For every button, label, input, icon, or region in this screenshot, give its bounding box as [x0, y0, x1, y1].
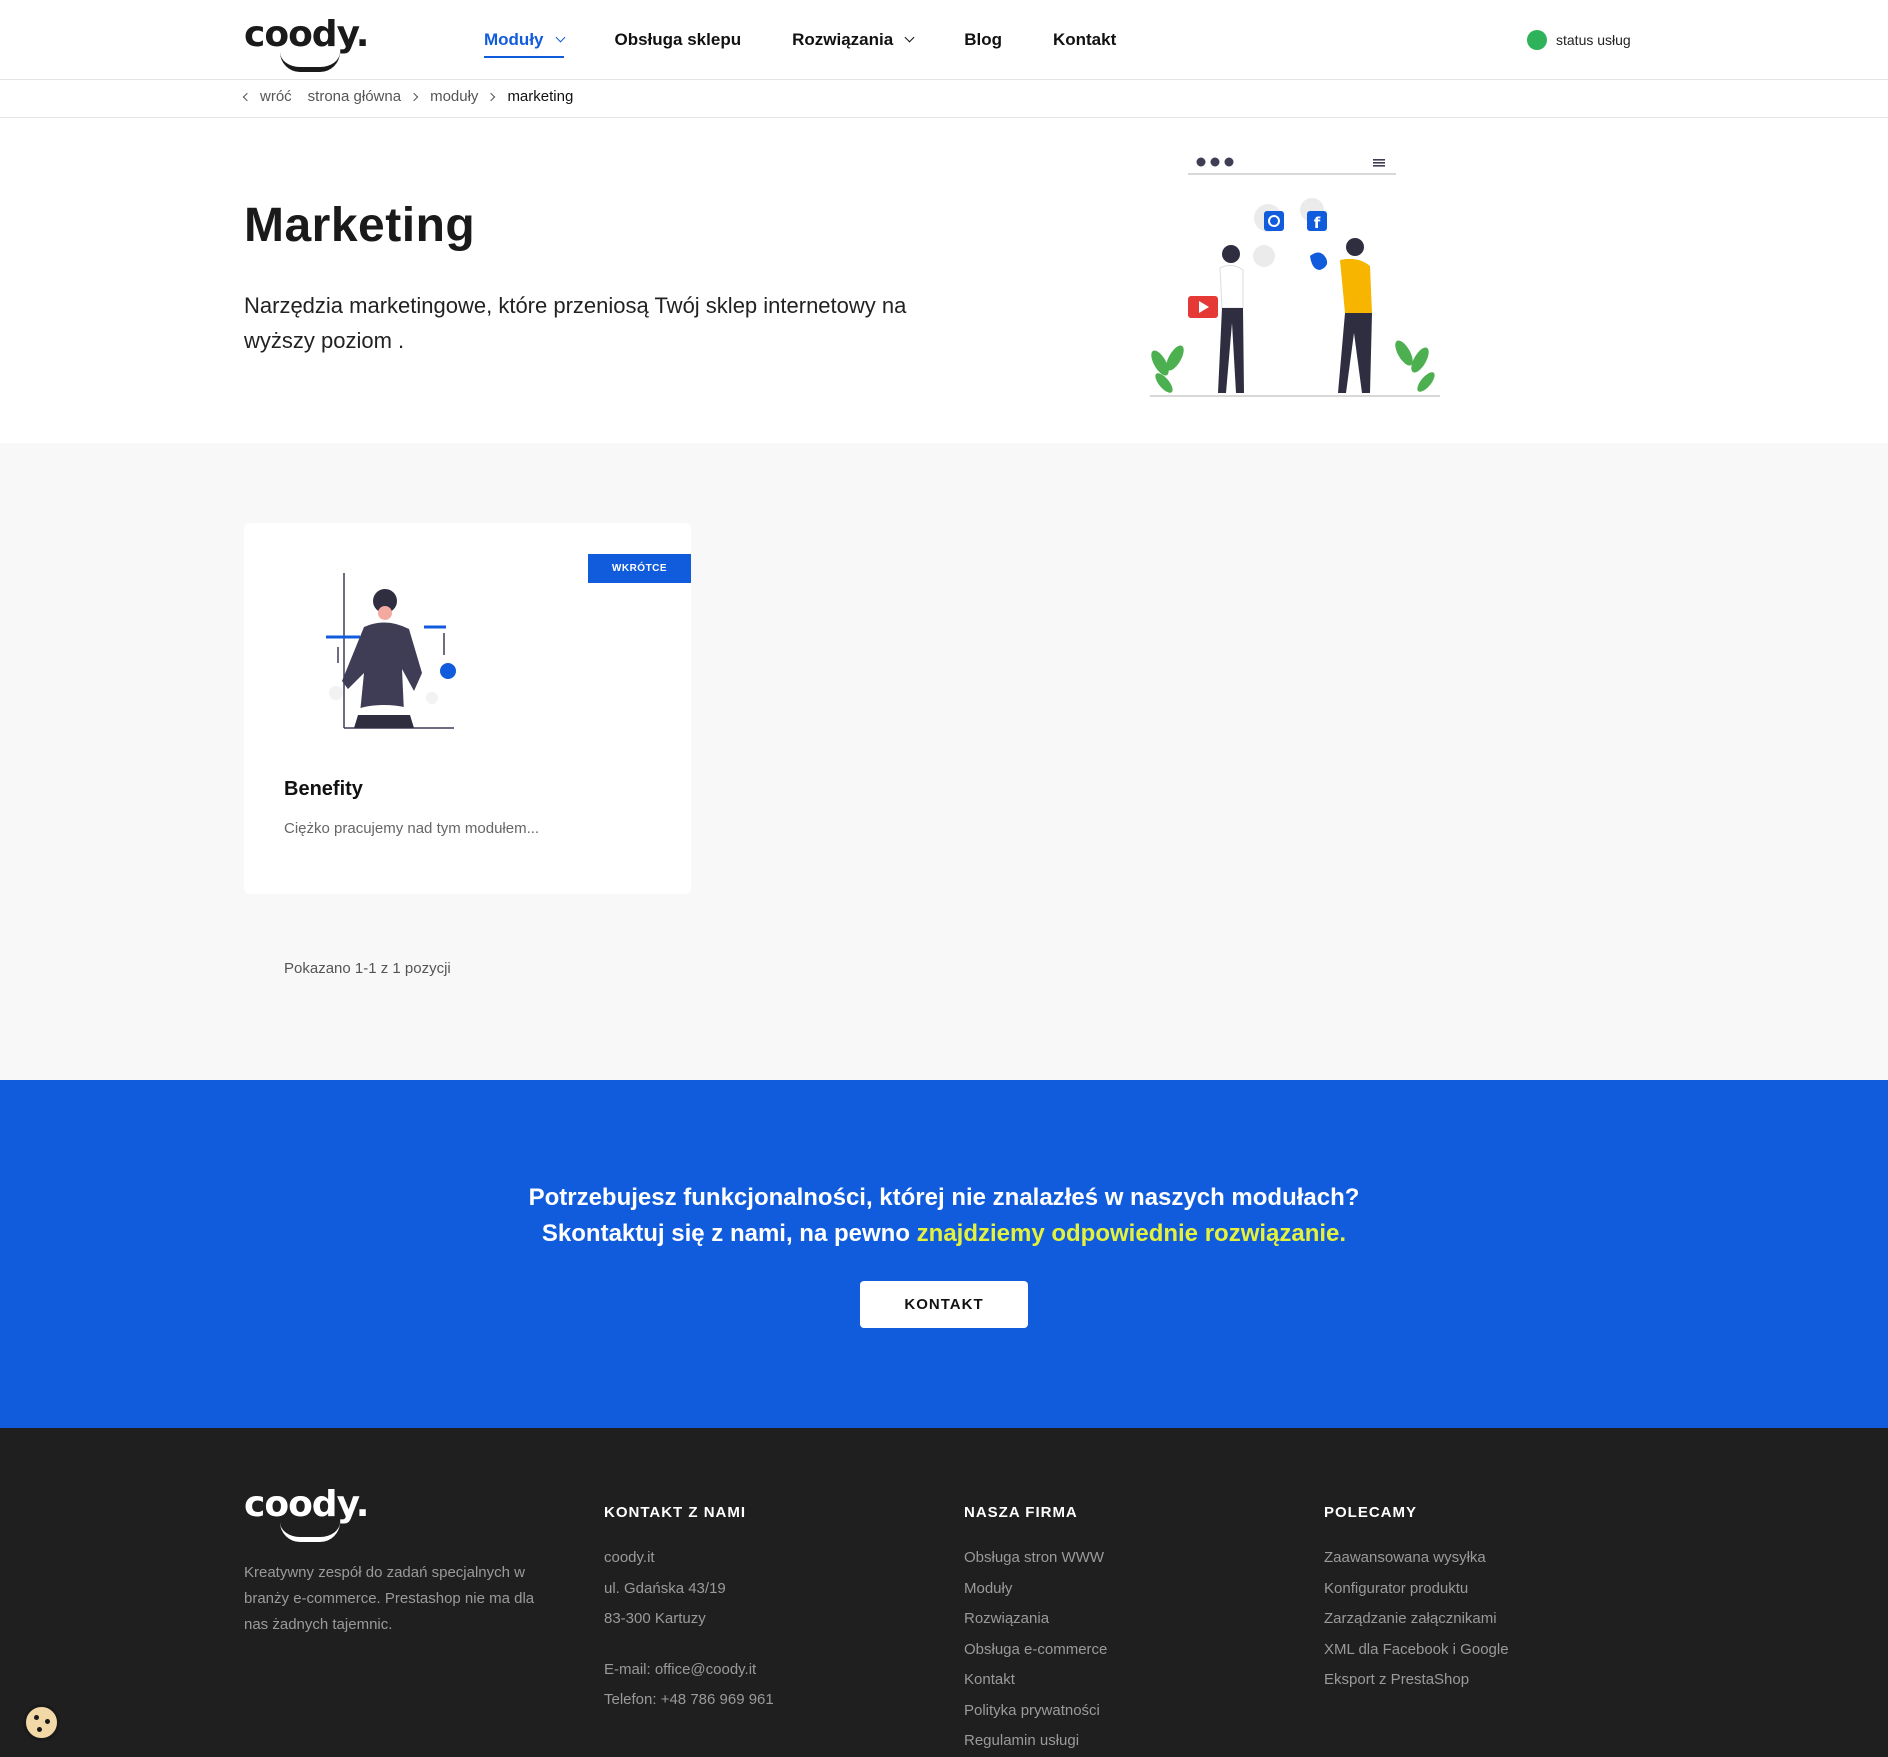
footer-link[interactable]: Moduły [964, 1574, 1107, 1605]
nav-item-moduly[interactable]: Moduły [484, 0, 565, 80]
logo-text: coody. [244, 1484, 369, 1525]
footer-link[interactable]: Eksport z PrestaShop [1324, 1665, 1509, 1696]
footer-phone-link[interactable]: Telefon: +48 786 969 961 [604, 1685, 774, 1716]
footer-link[interactable]: Konfigurator produktu [1324, 1574, 1509, 1605]
page-title: Marketing [244, 199, 476, 252]
footer-link[interactable]: Zaawansowana wysyłka [1324, 1543, 1509, 1574]
breadcrumb-back-link[interactable]: wróć [260, 88, 292, 105]
svg-text:f: f [1314, 214, 1321, 232]
footer-link[interactable]: Obsługa e-commerce [964, 1635, 1107, 1666]
chevron-left-icon [242, 92, 252, 101]
status-label: status usług [1556, 32, 1631, 48]
breadcrumb-current: marketing [507, 88, 574, 105]
footer-link[interactable]: coody.it [604, 1543, 774, 1574]
main-nav: Moduły Obsługa sklepu Rozwiązania Blog K… [484, 0, 1167, 80]
page-intro: Narzędzia marketingowe, które przeniosą … [244, 293, 907, 353]
nav-label: Rozwiązania [792, 30, 894, 49]
module-card[interactable]: WKRÓTCE Benefity Ciężko pracujemy nad ty… [244, 523, 691, 894]
footer-contact: KONTAKT Z NAMI coody.it ul. Gdańska 43/1… [604, 1504, 774, 1716]
status-dot-icon [1527, 30, 1547, 50]
chevron-right-icon [487, 92, 496, 101]
contact-button[interactable]: KONTAKT [860, 1281, 1028, 1328]
nav-item-obsluga-sklepu[interactable]: Obsługa sklepu [615, 0, 742, 80]
footer-text: ul. Gdańska 43/19 [604, 1579, 726, 1597]
footer-link[interactable]: Kontakt [964, 1665, 1107, 1696]
footer-text: 83-300 Kartuzy [604, 1610, 706, 1627]
breadcrumb-modules-link[interactable]: moduły [430, 88, 478, 105]
nav-item-rozwiazania[interactable]: Rozwiązania [792, 0, 915, 80]
breadcrumb-home-link[interactable]: strona główna [308, 88, 401, 105]
breadcrumb: wróć strona główna moduły marketing [0, 81, 1888, 118]
contact-cta-section: Potrzebujesz funkcjonalności, której nie… [0, 1080, 1888, 1428]
footer-heading: NASZA FIRMA [964, 1504, 1078, 1521]
service-status-link[interactable]: status usług [1527, 30, 1631, 50]
footer-link[interactable]: Polityka prywatności [964, 1696, 1107, 1727]
footer-link[interactable]: Regulamin usługi [964, 1726, 1107, 1757]
footer-heading: KONTAKT Z NAMI [604, 1504, 747, 1521]
footer-link[interactable]: Rozwiązania [964, 1604, 1107, 1635]
nav-label: Kontakt [1052, 30, 1117, 49]
hero-illustration: f [1150, 157, 1440, 397]
footer-email-link[interactable]: E-mail: office@coody.it [604, 1655, 774, 1686]
status-badge: WKRÓTCE [588, 554, 691, 583]
module-title: Benefity [284, 778, 363, 800]
cookie-icon[interactable] [23, 1704, 60, 1741]
cta-highlight-text: znajdziemy odpowiednie rozwiązanie. [916, 1220, 1347, 1247]
nav-label: Obsługa sklepu [614, 30, 742, 49]
module-illustration [326, 573, 456, 729]
nav-label: Moduły [484, 30, 544, 49]
logo-smile-mark [280, 52, 340, 72]
nav-item-blog[interactable]: Blog [964, 0, 1002, 80]
footer-heading: POLECAMY [1324, 1504, 1418, 1521]
site-header: coody. Moduły Obsługa sklepu Rozwiązania… [0, 0, 1888, 80]
cta-invite-text: Skontaktuj się z nami, na pewno [541, 1220, 917, 1247]
cta-question: Potrzebujesz funkcjonalności, której nie… [528, 1184, 1360, 1211]
modules-listing: WKRÓTCE Benefity Ciężko pracujemy nad ty… [0, 443, 1888, 1080]
footer-link[interactable]: Obsługa stron WWW [964, 1543, 1107, 1574]
logo-smile-mark [280, 1522, 340, 1542]
chevron-down-icon [555, 32, 565, 43]
footer-link[interactable]: XML dla Facebook i Google [1324, 1635, 1509, 1666]
footer-company: NASZA FIRMA Obsługa stron WWW Moduły Roz… [964, 1504, 1107, 1757]
logo-text: coody. [244, 14, 369, 55]
nav-label: Blog [964, 30, 1002, 49]
footer-link[interactable]: Zarządzanie załącznikami [1324, 1604, 1509, 1635]
footer-recommended: POLECAMY Zaawansowana wysyłka Konfigurat… [1324, 1504, 1509, 1696]
footer-logo[interactable]: coody. [244, 1484, 369, 1542]
module-description: Ciężko pracujemy nad tym modułem... [284, 820, 540, 837]
site-logo[interactable]: coody. [244, 14, 369, 72]
nav-item-kontakt[interactable]: Kontakt [1053, 0, 1116, 80]
site-footer: coody. Kreatywny zespół do zadań specjal… [0, 1428, 1888, 1757]
chevron-right-icon [409, 92, 419, 101]
pagination-info: Pokazano 1-1 z 1 pozycji [284, 960, 451, 977]
footer-about: Kreatywny zespół do zadań specjalnych w … [244, 1564, 535, 1633]
chevron-down-icon [904, 32, 915, 43]
cta-invite: Skontaktuj się z nami, na pewno znajdzie… [0, 1220, 1888, 1248]
